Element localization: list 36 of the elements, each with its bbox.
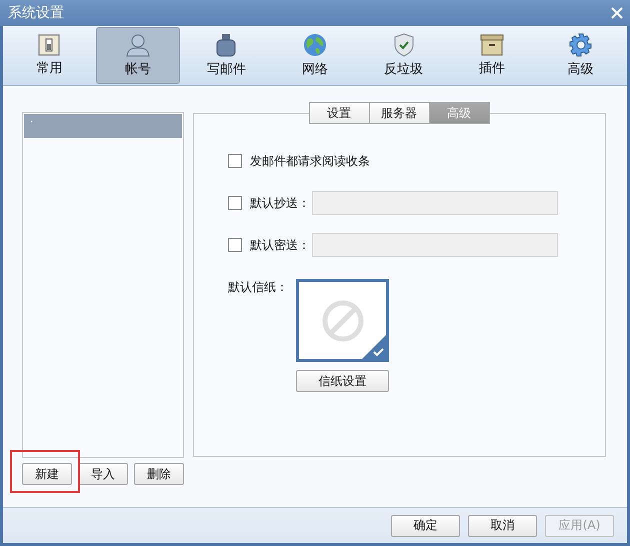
- user-icon: [124, 33, 151, 57]
- globe-icon: [302, 33, 327, 57]
- close-icon[interactable]: [610, 6, 624, 20]
- tab[interactable]: 设置: [308, 102, 370, 124]
- option-label: 默认抄送：: [250, 194, 310, 212]
- checkbox[interactable]: [228, 154, 242, 168]
- check-corner-icon: [362, 335, 386, 359]
- no-entry-icon: [322, 300, 364, 342]
- toolbar-tab[interactable]: 网络: [272, 27, 358, 84]
- window-title: 系统设置: [8, 4, 64, 22]
- input-field[interactable]: [312, 191, 558, 215]
- input-field[interactable]: [312, 233, 558, 257]
- option-label: 发邮件都请求阅读收条: [250, 152, 370, 170]
- dialog-button[interactable]: 取消: [468, 514, 537, 536]
- account-button[interactable]: 新建: [22, 463, 72, 485]
- ink-bottle-icon: [215, 33, 238, 57]
- checkbox[interactable]: [228, 238, 242, 252]
- toolbar-tab[interactable]: 写邮件: [184, 27, 269, 84]
- stationery-preview[interactable]: [296, 279, 389, 362]
- toolbar-tab[interactable]: 常用: [7, 27, 92, 84]
- toolbar-tab[interactable]: 插件: [450, 27, 534, 84]
- stationery-button[interactable]: 信纸设置: [296, 370, 389, 392]
- tab[interactable]: 服务器: [368, 102, 430, 124]
- settings-icon: [568, 33, 593, 57]
- toolbar-tab[interactable]: 高级: [538, 27, 623, 84]
- option-label: 默认密送：: [250, 236, 310, 254]
- toolbar-tab[interactable]: 帐号: [96, 27, 180, 84]
- box-icon: [480, 34, 504, 56]
- account-button[interactable]: 导入: [78, 463, 128, 485]
- toolbar-tab[interactable]: 反垃圾: [361, 27, 446, 84]
- dialog-button[interactable]: 确定: [391, 514, 460, 536]
- switch-icon: [38, 34, 60, 56]
- stationery-label: 默认信纸：: [228, 279, 288, 296]
- account-button[interactable]: 删除: [134, 463, 184, 485]
- checkbox[interactable]: [228, 196, 242, 210]
- shield-icon: [392, 33, 415, 57]
